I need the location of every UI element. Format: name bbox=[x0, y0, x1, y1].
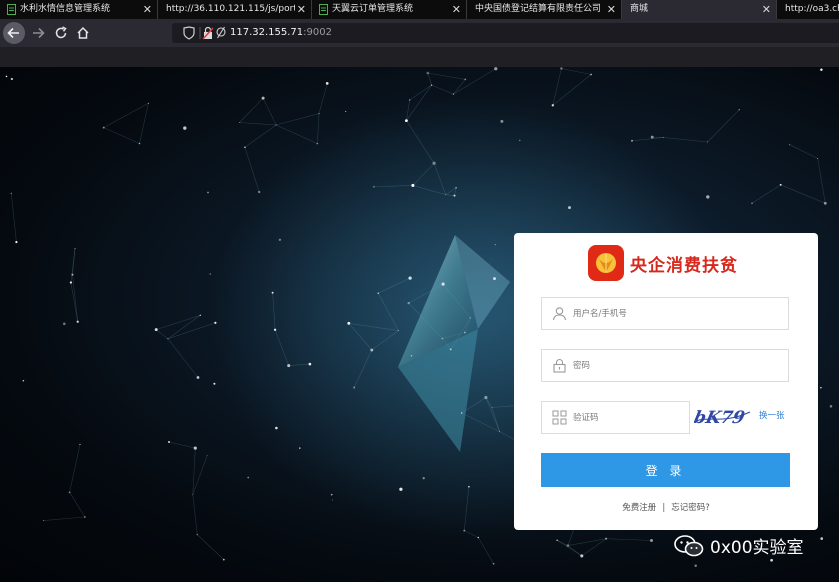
url-port: :9002 bbox=[303, 27, 332, 38]
forward-icon[interactable] bbox=[27, 22, 49, 44]
refresh-captcha-link[interactable]: 换一张 bbox=[759, 409, 785, 421]
url-text[interactable]: 117.32.155.71:9002 bbox=[230, 23, 332, 43]
tab-close-icon[interactable]: ✕ bbox=[297, 0, 306, 19]
url-host: 117.32.155.71 bbox=[230, 27, 304, 38]
watermark-text: 0x00实验室 bbox=[710, 538, 804, 558]
document-icon bbox=[319, 4, 328, 15]
tab-bond-clearing[interactable]: 中央国债登记结算有限责任公司 ✕ bbox=[467, 0, 622, 19]
page-background: 央企消费扶贫 bK79 换一张 登 录 免费注册 | 忘记密码? bbox=[0, 67, 839, 582]
tab-title: 天翼云订单管理系统 bbox=[332, 4, 414, 14]
tab-title: 中央国债登记结算有限责任公司 bbox=[475, 4, 602, 14]
lock-icon bbox=[553, 359, 566, 373]
site-info-icons bbox=[179, 23, 227, 43]
reload-icon[interactable] bbox=[50, 22, 72, 44]
account-links: 免费注册 | 忘记密码? bbox=[514, 501, 818, 513]
shield-icon bbox=[183, 26, 195, 40]
wechat-icon bbox=[674, 535, 704, 557]
tab-close-icon[interactable]: ✕ bbox=[143, 0, 152, 19]
register-link[interactable]: 免费注册 bbox=[622, 503, 656, 513]
forgot-password-link[interactable]: 忘记密码? bbox=[671, 503, 710, 513]
login-button[interactable]: 登 录 bbox=[541, 453, 790, 487]
user-icon bbox=[552, 307, 567, 321]
tab-strip: 水利水情信息管理系统 ✕ http://36.110.121.115/js/po… bbox=[0, 0, 839, 19]
address-bar[interactable]: 117.32.155.71:9002 bbox=[172, 23, 839, 43]
captcha-text: bK79 bbox=[694, 408, 746, 428]
tab-mall[interactable]: 商城 ✕ bbox=[622, 0, 777, 19]
tab-close-icon[interactable]: ✕ bbox=[607, 0, 616, 19]
tab-water-info[interactable]: 水利水情信息管理系统 ✕ bbox=[0, 0, 158, 19]
bookmarks-strip bbox=[0, 47, 839, 67]
tab-close-icon[interactable]: ✕ bbox=[452, 0, 461, 19]
password-input[interactable] bbox=[573, 350, 773, 381]
insecure-lock-icon bbox=[202, 26, 214, 40]
brand-title: 央企消费扶贫 bbox=[630, 256, 738, 276]
document-icon bbox=[7, 4, 16, 15]
password-field[interactable] bbox=[541, 349, 789, 382]
tab-title: 水利水情信息管理系统 bbox=[20, 4, 111, 14]
tab-portrait[interactable]: http://36.110.121.115/js/portrait ✕ bbox=[158, 0, 312, 19]
captcha-image[interactable]: bK79 bbox=[694, 404, 752, 430]
navigation-toolbar: 117.32.155.71:9002 bbox=[0, 19, 839, 47]
back-icon[interactable] bbox=[3, 22, 25, 44]
username-input[interactable] bbox=[573, 298, 773, 329]
brand-logo-icon bbox=[588, 245, 624, 281]
captcha-field[interactable] bbox=[541, 401, 773, 434]
home-icon[interactable] bbox=[72, 22, 94, 44]
permissions-icon bbox=[216, 26, 226, 39]
tab-title: 商城 bbox=[630, 4, 649, 14]
username-field[interactable] bbox=[541, 297, 789, 330]
login-card: 央企消费扶贫 bK79 换一张 登 录 免费注册 | 忘记密码? bbox=[514, 233, 818, 530]
link-separator: | bbox=[662, 503, 666, 513]
tab-tianyi-orders[interactable]: 天翼云订单管理系统 ✕ bbox=[312, 0, 467, 19]
tab-close-icon[interactable]: ✕ bbox=[762, 0, 771, 19]
tab-title: http://oa3.ch bbox=[785, 4, 839, 14]
captcha-grid-icon bbox=[552, 410, 567, 425]
tab-oa3[interactable]: http://oa3.ch bbox=[777, 0, 839, 19]
tab-title: http://36.110.121.115/js/portrait bbox=[166, 4, 295, 14]
